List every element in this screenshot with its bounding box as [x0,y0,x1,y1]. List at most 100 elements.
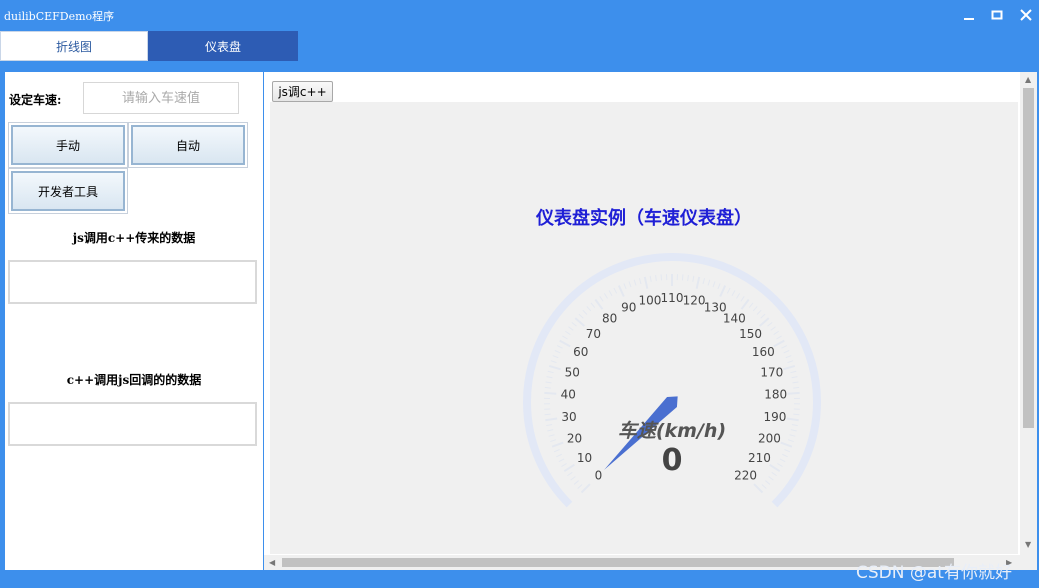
gauge-minor-tick [550,360,557,364]
gauge-minor-tick [546,376,553,379]
gauge-value: 0 [662,443,683,478]
gauge-major-tick [563,463,575,473]
window-title: duilibCEFDemo程序 [4,10,115,23]
gauge-minor-tick [792,381,799,384]
gauge-minor-tick [790,429,797,432]
gauge-minor-tick [748,302,754,308]
gauge-minor-tick [546,424,553,427]
gauge-minor-tick [740,296,745,302]
gauge-major-tick [548,364,561,371]
gauge-minor-tick [756,309,762,315]
gauge-minor-tick [787,360,794,364]
gauge-minor-tick [556,345,563,349]
devtools-button[interactable]: 开发者工具 [11,171,125,211]
gauge-minor-tick [692,275,695,282]
gauge-major-tick [740,298,750,310]
gauge-minor-tick [791,376,798,379]
devtools-button-cell: 开发者工具 [8,168,128,214]
scroll-up-icon[interactable]: ▲ [1025,75,1031,84]
gauge-minor-tick [781,345,788,349]
gauge-minor-tick [552,355,559,359]
gauge-major-tick [574,317,585,327]
js-to-cpp-label: js调用c++传来的数据 [72,231,196,245]
gauge-minor-tick [550,439,557,443]
scroll-down-icon[interactable]: ▼ [1025,540,1031,549]
vertical-scroll-thumb[interactable] [1023,88,1034,428]
gauge-tick-label: 100 [638,293,661,307]
gauge-tick-label: 180 [764,388,787,402]
auto-button[interactable]: 自动 [131,125,245,165]
js-to-cpp-data-box [8,260,257,304]
close-button[interactable] [1015,5,1037,25]
gauge-minor-tick [785,355,792,359]
speed-label: 设定车速: [9,93,62,107]
close-icon [1020,9,1032,21]
cpp-to-js-label: c++调用js回调的的数据 [66,373,202,387]
maximize-button[interactable] [986,5,1008,25]
title-bar: duilibCEFDemo程序 [0,0,1039,30]
gauge-tick-label: 60 [573,345,588,359]
vertical-scrollbar[interactable]: ▲ ▼ [1020,72,1037,555]
gauge-minor-tick [793,386,800,389]
gauge-minor-tick [556,453,562,458]
gauge-minor-tick [571,322,577,327]
gauge-tick-label: 190 [763,410,786,424]
gauge-minor-tick [760,313,766,319]
scroll-left-icon[interactable]: ◀ [269,558,275,567]
gauge-minor-tick [771,471,777,477]
gauge-minor-tick [776,335,782,340]
gauge-minor-tick [717,283,721,290]
gauge-minor-tick [765,480,771,485]
horizontal-scroll-thumb[interactable] [282,558,954,567]
gauge-major-tick [544,391,557,395]
gauge-tick-label: 140 [723,312,746,326]
gauge-tick-label: 40 [561,388,576,402]
gauge-major-tick [551,441,564,448]
gauge-major-tick [594,298,604,310]
tab-gauge[interactable]: 仪表盘 [148,31,298,61]
js-call-cpp-button[interactable]: js调c++ [272,81,333,102]
minimize-button[interactable] [958,5,980,25]
gauge-name: 车速(km/h) [618,420,726,442]
gauge-minor-tick [567,471,573,477]
gauge-minor-tick [649,275,652,282]
gauge-tick-label: 30 [561,410,576,424]
gauge-minor-tick [736,293,741,299]
gauge-minor-tick [562,335,568,340]
gauge-page: 仪表盘实例（车速仪表盘） 0 10 20 30 40 50 60 70 80 90 100 110 12… [270,102,1018,554]
gauge-tick-label: 0 [595,469,603,483]
gauge-minor-tick [655,274,657,282]
maximize-icon [991,10,1003,20]
speed-input[interactable] [83,82,239,114]
gauge-major-tick [545,417,558,422]
gauge-major-tick [643,276,649,289]
gauge-minor-tick [582,309,588,315]
gauge-tick-label: 150 [739,327,762,341]
gauge-minor-tick [565,330,571,335]
gauge-minor-tick [773,330,779,335]
gauge-minor-tick [784,449,791,453]
gauge-minor-tick [707,279,711,286]
manual-button[interactable]: 手动 [11,125,125,165]
gauge-tick-label: 110 [661,291,684,305]
manual-button-cell: 手动 [8,122,128,168]
gauge-minor-tick [768,476,774,481]
gauge-tick-label: 210 [748,451,771,465]
gauge-minor-tick [779,458,786,463]
gauge-tick-label: 50 [565,366,580,380]
gauge-major-tick [773,339,785,348]
gauge-major-tick [719,285,727,297]
gauge-minor-tick [568,326,574,331]
gauge-minor-tick [553,449,560,453]
gauge-minor-tick [623,283,627,290]
gauge-minor-tick [544,413,551,416]
gauge-minor-tick [613,287,618,294]
gauge-minor-tick [547,370,554,374]
gauge-minor-tick [712,281,716,288]
gauge-major-tick [783,364,796,371]
gauge-major-tick [617,285,625,297]
control-panel: 设定车速: 手动 自动 开发者工具 js调用c++传来的数据 c++调用js回调… [5,72,263,570]
gauge-minor-tick [702,278,706,285]
gauge-tick-label: 80 [602,312,617,326]
tab-line-chart[interactable]: 折线图 [0,31,148,61]
